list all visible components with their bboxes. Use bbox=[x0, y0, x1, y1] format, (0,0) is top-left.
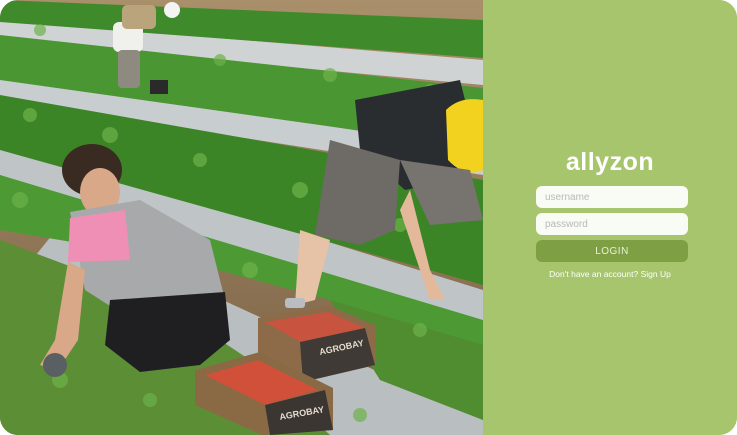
login-button[interactable]: LOGIN bbox=[536, 240, 688, 262]
brand-logo: allyzon bbox=[565, 148, 655, 176]
signup-prompt-text: Don't have an account? bbox=[549, 269, 639, 279]
username-input[interactable] bbox=[536, 186, 688, 208]
login-page: AGROBAY AGROBAY allyzon LOGIN Don't have… bbox=[0, 0, 737, 435]
signup-link[interactable]: Sign Up bbox=[641, 269, 671, 279]
login-panel: allyzon LOGIN Don't have an account? Sig… bbox=[483, 0, 737, 435]
password-input[interactable] bbox=[536, 213, 688, 235]
strawberry-field-photo: AGROBAY AGROBAY bbox=[0, 0, 483, 435]
signup-prompt: Don't have an account? Sign Up bbox=[483, 269, 737, 279]
